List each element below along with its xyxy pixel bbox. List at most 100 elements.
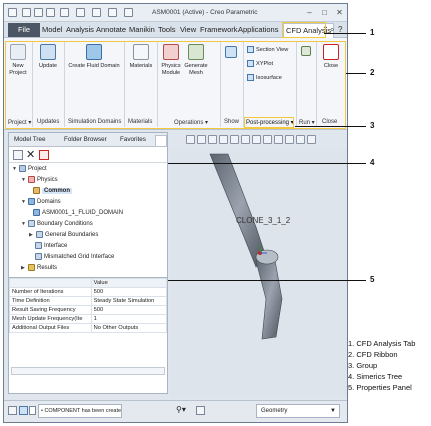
tree-item-general-boundaries[interactable]: ▶ General Boundaries [29,231,98,238]
run-button[interactable] [299,46,313,59]
tab-manikin[interactable]: Manikin [129,25,155,34]
group-operations[interactable]: Operations ▾ [174,119,208,126]
filter-select[interactable]: Geometry ▼ [256,404,340,418]
tab-model-tree[interactable]: Model Tree [11,135,49,144]
view-manager-icon[interactable] [252,135,261,144]
property-value-header: Value [90,278,168,288]
display-style-icon[interactable] [263,135,272,144]
update-button[interactable]: Update [35,44,61,70]
chevron-down-icon: ▼ [330,408,336,414]
property-value[interactable]: No Other Outputs [90,323,168,333]
table-row[interactable]: Time Definition Steady State Simulation [9,296,168,306]
close-ribbon-button[interactable]: Close [318,44,344,70]
open-file-icon[interactable] [34,8,43,17]
refresh-icon[interactable] [13,150,23,160]
zoom-in-icon[interactable] [197,135,206,144]
tab-simerics[interactable] [155,135,167,146]
maximize-button[interactable]: □ [319,7,330,18]
callout-line-2 [346,73,366,74]
remove-icon[interactable] [39,150,49,160]
group-updates: Updates [37,119,60,125]
expand-arrow-icon[interactable]: ▼ [21,221,26,227]
xyplot-button[interactable]: XYPlot [247,60,273,67]
tree-item-domains[interactable]: ▼ Domains [21,198,61,205]
datum-display-icon[interactable] [274,135,283,144]
delete-icon[interactable]: ✕ [26,148,35,161]
callout-line-1 [324,33,366,34]
find-icon[interactable] [196,406,205,415]
property-value[interactable]: Steady State Simulation [90,296,168,306]
table-row[interactable]: Result Saving Frequency 500 [9,305,168,315]
regenerate-icon[interactable] [92,8,101,17]
tree-item-physics[interactable]: ▼ Physics [21,176,58,183]
section-view-button[interactable]: Section View [247,46,288,53]
filter-value: Geometry [261,408,288,414]
new-file-icon[interactable] [22,8,31,17]
tab-analysis[interactable]: Analysis [66,25,94,34]
tree-item-fluid-domain[interactable]: ASM0001_1_FLUID_DOMAIN [33,209,123,216]
expand-arrow-icon[interactable]: ▼ [12,166,17,172]
repaint-icon[interactable] [219,135,228,144]
tab-framework[interactable]: Framework [200,25,238,34]
spin-center-icon[interactable] [296,135,305,144]
show-button[interactable] [223,46,239,61]
save-icon[interactable] [46,8,55,17]
property-value[interactable]: 500 [90,305,168,315]
table-row[interactable]: Number of Iterations 500 [9,287,168,297]
materials-button[interactable]: Materials [127,44,155,70]
toggle-navigator-icon[interactable] [8,406,17,415]
tree-item-common[interactable]: Common [33,187,72,194]
undo-icon[interactable] [60,8,69,17]
tab-file[interactable]: File [8,23,40,37]
close-button[interactable]: ✕ [334,7,345,18]
table-row[interactable]: Additional Output Files No Other Outputs [9,323,168,333]
annotation-display-icon[interactable] [285,135,294,144]
section-view-label: Section View [256,46,289,53]
group-project[interactable]: Project ▾ [8,119,31,126]
full-screen-icon[interactable] [29,406,36,415]
title-bar: ASM0001 (Active) - Creo Parametric – □ ✕ [4,4,347,22]
tree-item-interface[interactable]: Interface [35,242,67,249]
refit-icon[interactable] [186,135,195,144]
tab-view[interactable]: View [180,25,196,34]
group-simulation-domains: Simulation Domains [68,119,122,125]
tree-item-mismatched-grid[interactable]: Mismatched Grid Interface [35,253,114,260]
redo-icon[interactable] [76,8,85,17]
tree-item-boundary-conditions[interactable]: ▼ Boundary Conditions [21,220,93,227]
tab-applications[interactable]: Applications [238,25,278,34]
expand-arrow-icon[interactable]: ▼ [21,177,26,183]
orient-icon[interactable] [230,135,239,144]
create-fluid-domain-button[interactable]: Create Fluid Domain [67,44,121,70]
horizontal-scrollbar[interactable] [11,367,165,375]
zoom-out-icon[interactable] [208,135,217,144]
collapse-arrow-icon[interactable]: ▶ [21,265,26,271]
perspective-icon[interactable] [307,135,316,144]
callout-line-5 [168,280,366,281]
tab-favorites[interactable]: Favorites [117,135,149,144]
tab-tools[interactable]: Tools [158,25,176,34]
separator [64,41,65,127]
group-post-processing[interactable]: Post-processing ▾ [246,119,294,126]
collapse-arrow-icon[interactable]: ▶ [29,232,34,238]
expand-arrow-icon[interactable]: ▼ [21,199,26,205]
toggle-browser-icon[interactable] [19,406,28,415]
saved-views-icon[interactable] [241,135,250,144]
group-run[interactable]: Run ▾ [299,119,315,126]
selection-filter-icon[interactable]: ⚲▾ [176,405,186,414]
close-window-icon[interactable] [124,8,133,17]
tab-model[interactable]: Model [42,25,62,34]
tab-annotate[interactable]: Annotate [96,25,126,34]
property-value[interactable]: 500 [90,287,168,297]
new-project-button[interactable]: New Project [7,44,29,76]
tree-item-project[interactable]: ▼ Project [12,165,47,172]
graphics-viewport[interactable]: CLONE_3_1_2 [170,149,347,397]
tab-folder-browser[interactable]: Folder Browser [61,135,110,144]
property-value[interactable]: 1 [90,314,168,324]
generate-mesh-button[interactable]: Generate Mesh [184,44,208,76]
window-icon[interactable] [108,8,117,17]
table-row[interactable]: Mesh Update Frequency(Ite 1 [9,314,168,324]
isosurface-button[interactable]: Isosurface [247,74,282,81]
physics-module-button[interactable]: Physics Module [159,44,183,76]
tree-item-results[interactable]: ▶ Results [21,264,57,271]
minimize-button[interactable]: – [304,7,315,18]
